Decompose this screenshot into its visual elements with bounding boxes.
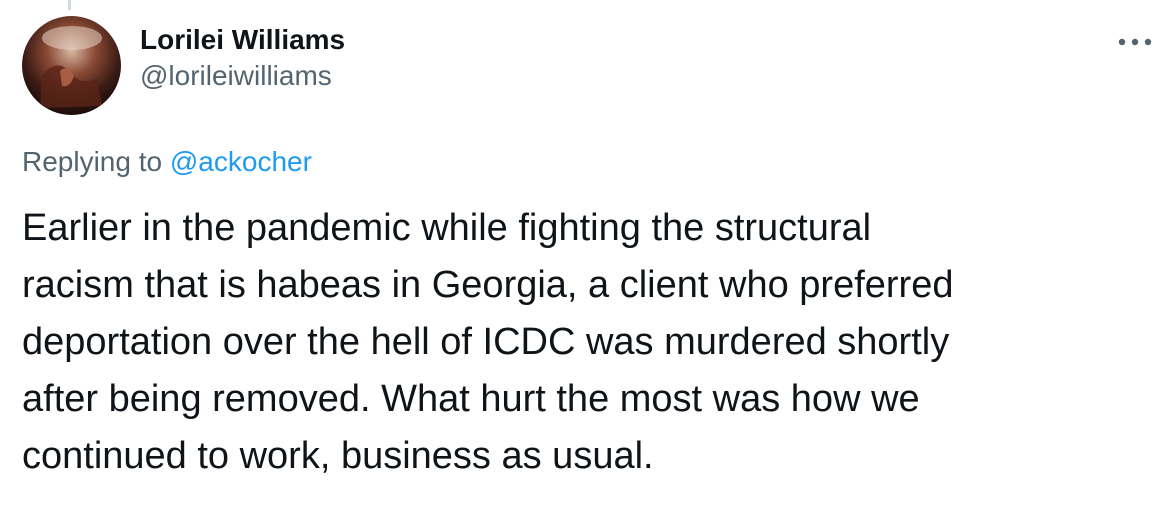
ellipsis-icon	[1118, 38, 1152, 46]
replying-to-mention-link[interactable]: @ackocher	[170, 146, 312, 177]
avatar-image	[22, 16, 121, 115]
thread-connector-line	[68, 0, 71, 10]
tweet-text-line: racism that is habeas in Georgia, a clie…	[22, 264, 954, 306]
tweet-text-line: continued to work, business as usual.	[22, 435, 654, 477]
tweet-text: Earlier in the pandemic while fighting t…	[22, 200, 1142, 485]
author-handle[interactable]: @lorileiwilliams	[140, 58, 345, 94]
author-avatar[interactable]	[22, 16, 121, 115]
tweet-text-line: deportation over the hell of ICDC was mu…	[22, 321, 950, 363]
replying-to-line: Replying to @ackocher	[22, 144, 312, 180]
author-display-name[interactable]: Lorilei Williams	[140, 22, 345, 58]
tweet-text-line: after being removed. What hurt the most …	[22, 378, 920, 420]
author-info: Lorilei Williams @lorileiwilliams	[140, 22, 345, 94]
more-options-button[interactable]	[1115, 28, 1155, 56]
tweet-text-line: Earlier in the pandemic while fighting t…	[22, 207, 872, 249]
replying-to-label: Replying to	[22, 146, 163, 177]
